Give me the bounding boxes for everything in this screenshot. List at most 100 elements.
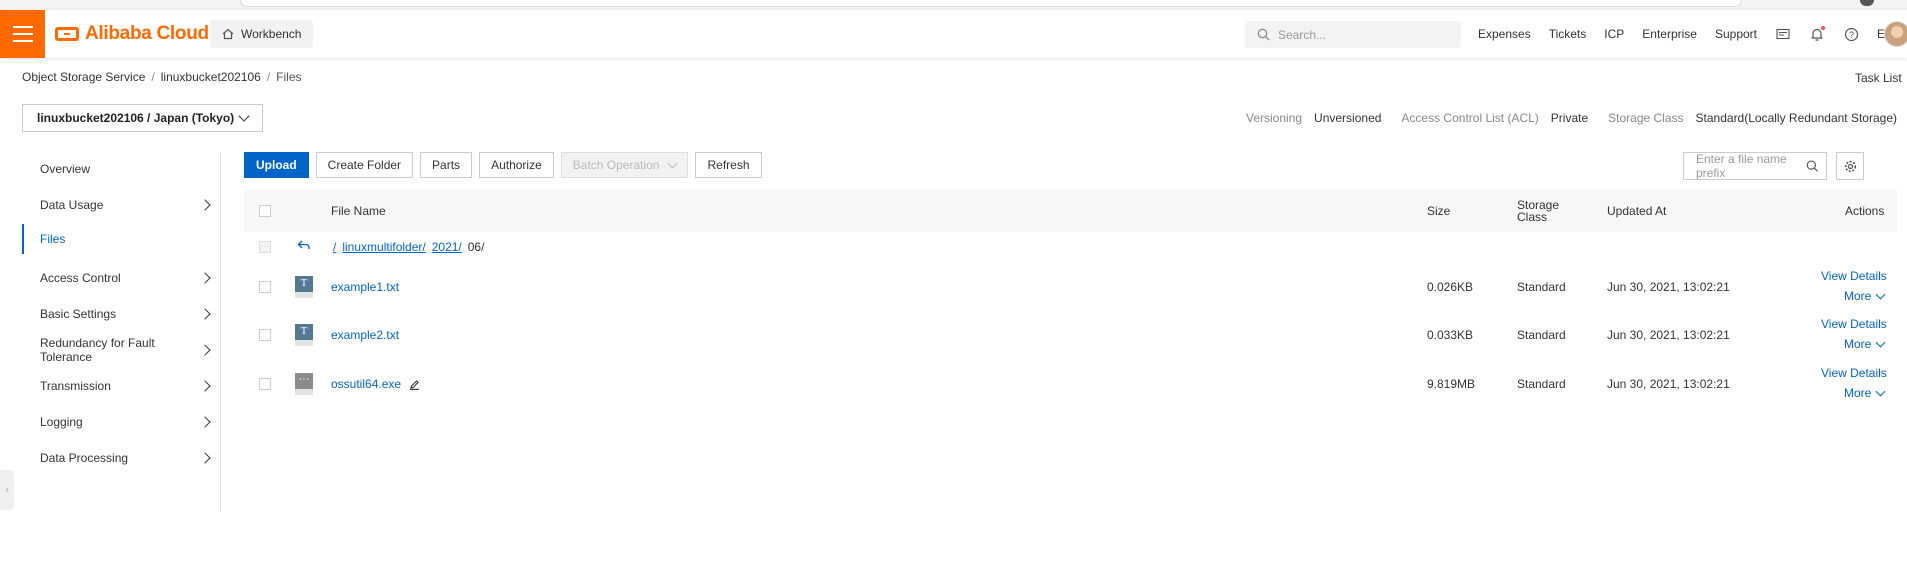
sidebar-divider (220, 152, 221, 512)
file-name-link[interactable]: example1.txt (331, 280, 399, 294)
browser-address-bar (240, 0, 1742, 7)
enterprise-link[interactable]: Enterprise (1642, 27, 1697, 41)
view-details-link[interactable]: View Details (1821, 317, 1887, 331)
table-row[interactable]: ossutil64.exe 9.819MB Standard Jun 30, 2… (244, 365, 1897, 403)
more-dropdown[interactable]: More (1844, 337, 1886, 351)
chevron-down-icon (1875, 337, 1886, 347)
table-row[interactable]: example2.txt 0.033KB Standard Jun 30, 20… (244, 316, 1897, 354)
file-name-link[interactable]: ossutil64.exe (331, 377, 401, 391)
file-name-link[interactable]: example2.txt (331, 328, 399, 342)
path-root-link[interactable]: / (333, 240, 336, 254)
file-name-cell: ossutil64.exe (331, 377, 420, 391)
global-search-input[interactable]: Search... (1245, 21, 1461, 48)
task-list-link[interactable]: Task List (1855, 71, 1902, 85)
path-folder-link[interactable]: 2021/ (432, 240, 462, 254)
row-checkbox[interactable] (259, 329, 271, 341)
mail-icon[interactable] (1775, 26, 1791, 42)
sidebar-item-logging[interactable]: Logging (22, 407, 221, 437)
file-size: 9.819MB (1427, 377, 1476, 391)
storage-class-value: Standard(Locally Redundant Storage) (1695, 111, 1897, 125)
path-current: 06/ (467, 240, 485, 254)
acl-label: Access Control List (ACL) (1401, 111, 1539, 125)
view-details-link[interactable]: View Details (1821, 366, 1887, 380)
sidebar-item-transmission[interactable]: Transmission (22, 371, 221, 401)
file-storage-class: Standard (1517, 377, 1566, 391)
sidebar-item-label: Transmission (40, 379, 111, 393)
storage-class-header-line2: Class (1517, 210, 1548, 224)
sidebar-item-basic-settings[interactable]: Basic Settings (22, 299, 221, 329)
hamburger-menu-icon[interactable] (0, 10, 45, 58)
more-dropdown[interactable]: More (1844, 386, 1886, 400)
table-row[interactable]: example1.txt 0.026KB Standard Jun 30, 20… (244, 268, 1897, 306)
select-all-checkbox[interactable] (259, 205, 271, 217)
chevron-down-icon (238, 110, 250, 122)
top-navigation-bar: Alibaba Cloud Workbench Search... Expens… (0, 10, 1907, 58)
chevron-right-icon (199, 452, 211, 464)
versioning-value: Unversioned (1314, 111, 1382, 125)
breadcrumb: Object Storage Service / linuxbucket2021… (22, 70, 302, 84)
settings-gear-icon[interactable] (1836, 152, 1864, 180)
edit-pencil-icon[interactable] (409, 379, 420, 390)
breadcrumb-oss[interactable]: Object Storage Service (22, 70, 145, 84)
user-avatar[interactable] (1884, 21, 1907, 47)
workbench-button[interactable]: Workbench (210, 20, 314, 48)
home-icon (222, 28, 234, 40)
icp-link[interactable]: ICP (1604, 27, 1624, 41)
sidebar-item-label: Basic Settings (40, 307, 117, 321)
search-icon[interactable] (1806, 159, 1818, 173)
bell-icon[interactable] (1809, 26, 1826, 42)
breadcrumb-current: Files (276, 70, 302, 84)
path-folder-link[interactable]: linuxmultifolder/ (342, 240, 425, 254)
search-icon (1257, 28, 1270, 41)
chevron-right-icon (199, 416, 211, 428)
support-link[interactable]: Support (1715, 27, 1757, 41)
notification-dot (1821, 26, 1826, 30)
tickets-link[interactable]: Tickets (1549, 27, 1587, 41)
batch-operation-label: Batch Operation (572, 158, 660, 172)
sidebar-item-access-control[interactable]: Access Control (22, 263, 221, 293)
help-icon[interactable]: ? (1843, 26, 1859, 42)
prefix-search-placeholder: Enter a file name prefix (1696, 152, 1787, 180)
alibaba-cloud-logo[interactable]: Alibaba Cloud (55, 22, 209, 46)
chevron-down-icon (668, 158, 678, 169)
file-toolbar: Upload Create Folder Parts Authorize Bat… (244, 152, 762, 178)
batch-operation-button[interactable]: Batch Operation (560, 152, 689, 178)
more-dropdown[interactable]: More (1844, 289, 1886, 303)
more-label: More (1844, 289, 1872, 303)
sidebar-item-redundancy[interactable]: Redundancy for Fault Tolerance (22, 335, 221, 365)
parts-button[interactable]: Parts (420, 152, 473, 178)
chevron-right-icon (199, 199, 211, 211)
view-details-link[interactable]: View Details (1821, 269, 1887, 283)
sidebar-item-overview[interactable]: Overview (22, 154, 221, 184)
refresh-button[interactable]: Refresh (695, 152, 762, 178)
sidebar-item-files[interactable]: Files (22, 224, 221, 254)
upload-button[interactable]: Upload (244, 152, 309, 178)
column-header-actions: Actions (1845, 204, 1885, 218)
row-checkbox[interactable] (259, 378, 271, 390)
search-placeholder: Search... (1278, 27, 1327, 42)
brand-name: Alibaba Cloud (85, 23, 209, 44)
sidebar-collapse-handle[interactable]: › (0, 470, 14, 510)
workbench-label: Workbench (241, 27, 302, 41)
sidebar-item-data-processing[interactable]: Data Processing (22, 443, 221, 473)
bucket-selector-value: linuxbucket202106 / Japan (Tokyo) (37, 111, 235, 125)
more-label: More (1844, 337, 1872, 351)
file-size: 0.026KB (1427, 280, 1474, 294)
file-storage-class: Standard (1517, 328, 1566, 342)
sidebar: Overview Data Usage Files Access Control… (22, 152, 221, 512)
authorize-button[interactable]: Authorize (479, 152, 554, 178)
file-prefix-search-input[interactable]: Enter a file name prefix (1683, 152, 1827, 180)
top-links: Expenses Tickets ICP Enterprise Support … (1478, 20, 1894, 48)
chevron-down-icon (1875, 386, 1886, 396)
file-updated-at: Jun 30, 2021, 13:02:21 (1607, 328, 1730, 342)
sidebar-item-data-usage[interactable]: Data Usage (22, 190, 221, 220)
bucket-selector[interactable]: linuxbucket202106 / Japan (Tokyo) (22, 104, 263, 132)
create-folder-button[interactable]: Create Folder (315, 152, 414, 178)
more-label: More (1844, 386, 1872, 400)
back-arrow-icon[interactable] (297, 239, 311, 251)
breadcrumb-bucket[interactable]: linuxbucket202106 (161, 70, 261, 84)
executable-file-icon (295, 373, 313, 395)
column-header-file-name: File Name (331, 204, 386, 218)
row-checkbox[interactable] (259, 281, 271, 293)
expenses-link[interactable]: Expenses (1478, 27, 1531, 41)
